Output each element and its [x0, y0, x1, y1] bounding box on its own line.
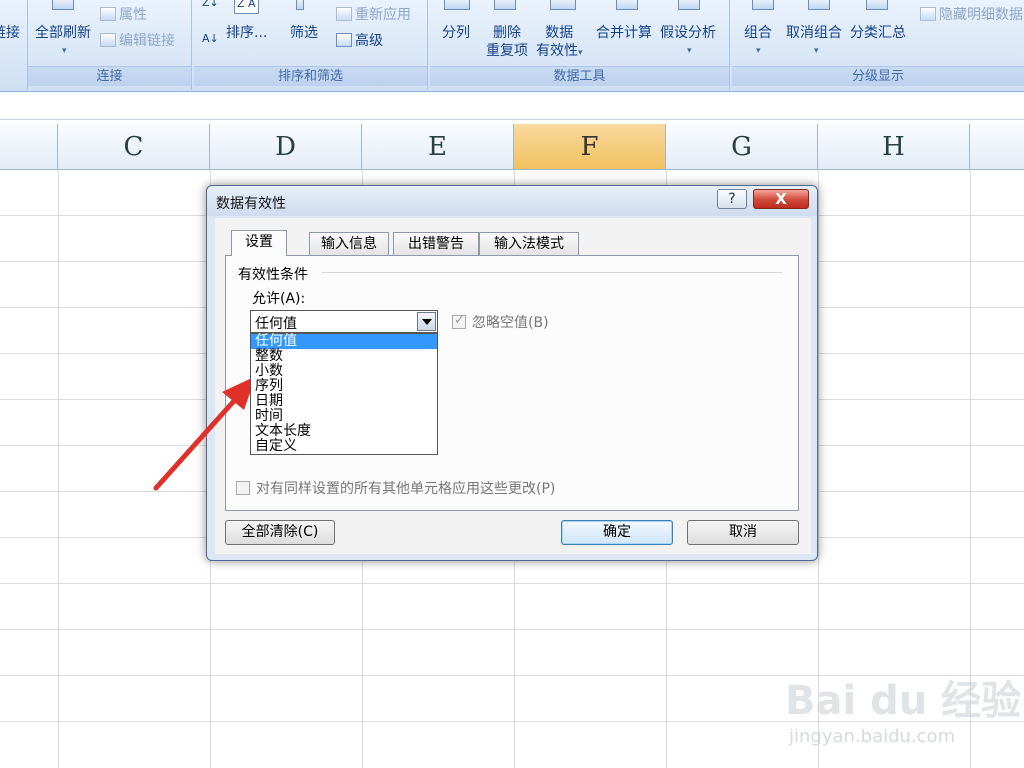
dialog-titlebar[interactable]: 数据有效性 ? X	[207, 186, 817, 216]
tab-settings[interactable]: 设置	[231, 230, 287, 256]
properties-button[interactable]: 属性	[100, 6, 147, 24]
subtotal-icon	[866, 0, 888, 10]
allow-option-any[interactable]: 任何值	[251, 334, 437, 349]
sort-az-icon[interactable]: Z↓	[202, 0, 219, 12]
chevron-down-icon: ▾	[756, 46, 761, 56]
watermark-url: jingyan.baidu.com	[789, 726, 956, 747]
ribbon-group-connections: 链接	[0, 0, 28, 90]
ribbon-group-connections-main: 全部刷新 ▾ 属性 编辑链接 连接	[28, 0, 192, 90]
chevron-down-icon: ▾	[814, 46, 819, 56]
settings-panel: 有效性条件 允许(A): 任何值 任何值 整数 小数 序列 日期 时间 文本长度…	[225, 255, 799, 511]
advanced-filter-button[interactable]: 高级	[336, 32, 383, 50]
ungroup-icon	[808, 0, 830, 10]
allow-label: 允许(A):	[252, 291, 306, 307]
reapply-icon	[336, 7, 352, 21]
tab-ime-mode[interactable]: 输入法模式	[479, 232, 579, 255]
chevron-down-icon: ▾	[62, 46, 67, 56]
cut-ribbon-label[interactable]: 链接	[0, 24, 20, 42]
clear-all-button[interactable]: 全部清除(C)	[225, 520, 335, 545]
formula-bar[interactable]	[0, 93, 1024, 120]
filter-button[interactable]: 筛选	[290, 24, 318, 42]
link-icon	[100, 33, 116, 47]
refresh-all-icon	[52, 0, 74, 10]
allow-option-decimal[interactable]: 小数	[251, 364, 437, 379]
ribbon-group-data-tools: 分列 删除 重复项 数据 有效性▾ 合并计算 假设分析 ▾ 数据工具	[430, 0, 730, 90]
refresh-all-button[interactable]: 全部刷新	[35, 24, 91, 42]
allow-select-value: 任何值	[255, 316, 297, 332]
text-to-columns-icon	[444, 0, 470, 10]
data-validation-button[interactable]: 数据 有效性▾	[536, 24, 583, 62]
hide-detail-button[interactable]: 隐藏明细数据	[920, 6, 1023, 24]
hide-detail-icon	[920, 7, 936, 21]
group-icon	[752, 0, 774, 10]
ribbon-group-label: 连接	[28, 66, 191, 86]
advanced-filter-icon	[336, 33, 352, 47]
tab-error-alert[interactable]: 出错警告	[393, 232, 479, 255]
dialog-body: 设置 输入信息 出错警告 输入法模式 有效性条件 允许(A): 任何值 任何值 …	[215, 218, 811, 554]
column-header-f[interactable]: F	[514, 124, 666, 170]
apply-all-label: 对有同样设置的所有其他单元格应用这些更改(P)	[256, 481, 556, 497]
subtotal-button[interactable]: 分类汇总	[850, 24, 906, 42]
watermark-brand: Bai du 经验	[785, 678, 1022, 724]
what-if-analysis-button[interactable]: 假设分析	[660, 24, 716, 42]
ribbon-group-label: 数据工具	[430, 66, 729, 86]
ribbon-group-label: 排序和筛选	[194, 66, 427, 86]
ungroup-button[interactable]: 取消组合	[786, 24, 842, 42]
allow-option-list[interactable]: 序列	[251, 379, 437, 394]
what-if-icon	[678, 0, 700, 10]
allow-option-date[interactable]: 日期	[251, 394, 437, 409]
close-button[interactable]: X	[753, 189, 809, 209]
chevron-down-icon[interactable]	[417, 312, 436, 331]
data-validation-dialog: 数据有效性 ? X 设置 输入信息 出错警告 输入法模式 有效性条件 允许(A)…	[206, 185, 818, 561]
remove-duplicates-icon	[494, 0, 516, 10]
ribbon-group-outline: 组合 ▾ 取消组合 ▾ 分类汇总 隐藏明细数据 分级显示	[732, 0, 1024, 90]
allow-option-text-length[interactable]: 文本长度	[251, 424, 437, 439]
filter-icon	[296, 0, 304, 10]
ignore-blank-checkbox[interactable]	[452, 313, 466, 329]
sort-za-icon[interactable]: Z A	[234, 0, 259, 14]
properties-icon	[100, 7, 116, 21]
column-header-c[interactable]: C	[58, 124, 210, 170]
allow-options-list[interactable]: 任何值 整数 小数 序列 日期 时间 文本长度 自定义	[250, 333, 438, 455]
edit-links-button[interactable]: 编辑链接	[100, 32, 175, 50]
ignore-blank-label: 忽略空值(B)	[472, 315, 549, 331]
column-header-h[interactable]: H	[818, 124, 970, 170]
ok-button[interactable]: 确定	[561, 520, 673, 545]
column-header-e[interactable]: E	[362, 124, 514, 170]
sort-button[interactable]: 排序...	[226, 24, 267, 42]
cancel-button[interactable]: 取消	[687, 520, 799, 545]
column-header-partial[interactable]	[970, 124, 1024, 170]
column-header-g[interactable]: G	[666, 124, 818, 170]
chevron-down-icon: ▾	[687, 46, 692, 56]
allow-select[interactable]: 任何值	[250, 310, 438, 333]
dialog-title: 数据有效性	[216, 196, 286, 212]
column-header-d[interactable]: D	[210, 124, 362, 170]
tab-input-message[interactable]: 输入信息	[309, 232, 389, 255]
allow-option-custom[interactable]: 自定义	[251, 439, 437, 454]
ribbon-group-label: 分级显示	[732, 66, 1024, 86]
data-validation-icon	[550, 0, 576, 10]
sort-desc-icon[interactable]: A↓	[202, 30, 219, 48]
validation-criteria-legend: 有效性条件	[238, 267, 308, 283]
group-button[interactable]: 组合	[744, 24, 772, 42]
remove-duplicates-button[interactable]: 删除 重复项	[486, 24, 528, 60]
chevron-down-icon: ▾	[578, 48, 583, 58]
watermark: Bai du 经验 jingyan.baidu.com	[785, 668, 1024, 768]
reapply-button[interactable]: 重新应用	[336, 6, 411, 24]
consolidate-icon	[616, 0, 638, 10]
ribbon-group-sort-filter: Z↓ Z A A↓ 排序... 筛选 重新应用 高级 排序和筛选	[194, 0, 428, 90]
help-button[interactable]: ?	[717, 189, 747, 209]
ribbon: 链接 全部刷新 ▾ 属性 编辑链接 连接 Z↓ Z A A↓ 排序... 筛选 …	[0, 0, 1024, 92]
legend-divider	[322, 272, 782, 273]
text-to-columns-button[interactable]: 分列	[442, 24, 470, 42]
allow-option-whole-number[interactable]: 整数	[251, 349, 437, 364]
consolidate-button[interactable]: 合并计算	[596, 24, 652, 42]
allow-option-time[interactable]: 时间	[251, 409, 437, 424]
corner-header	[0, 124, 58, 170]
